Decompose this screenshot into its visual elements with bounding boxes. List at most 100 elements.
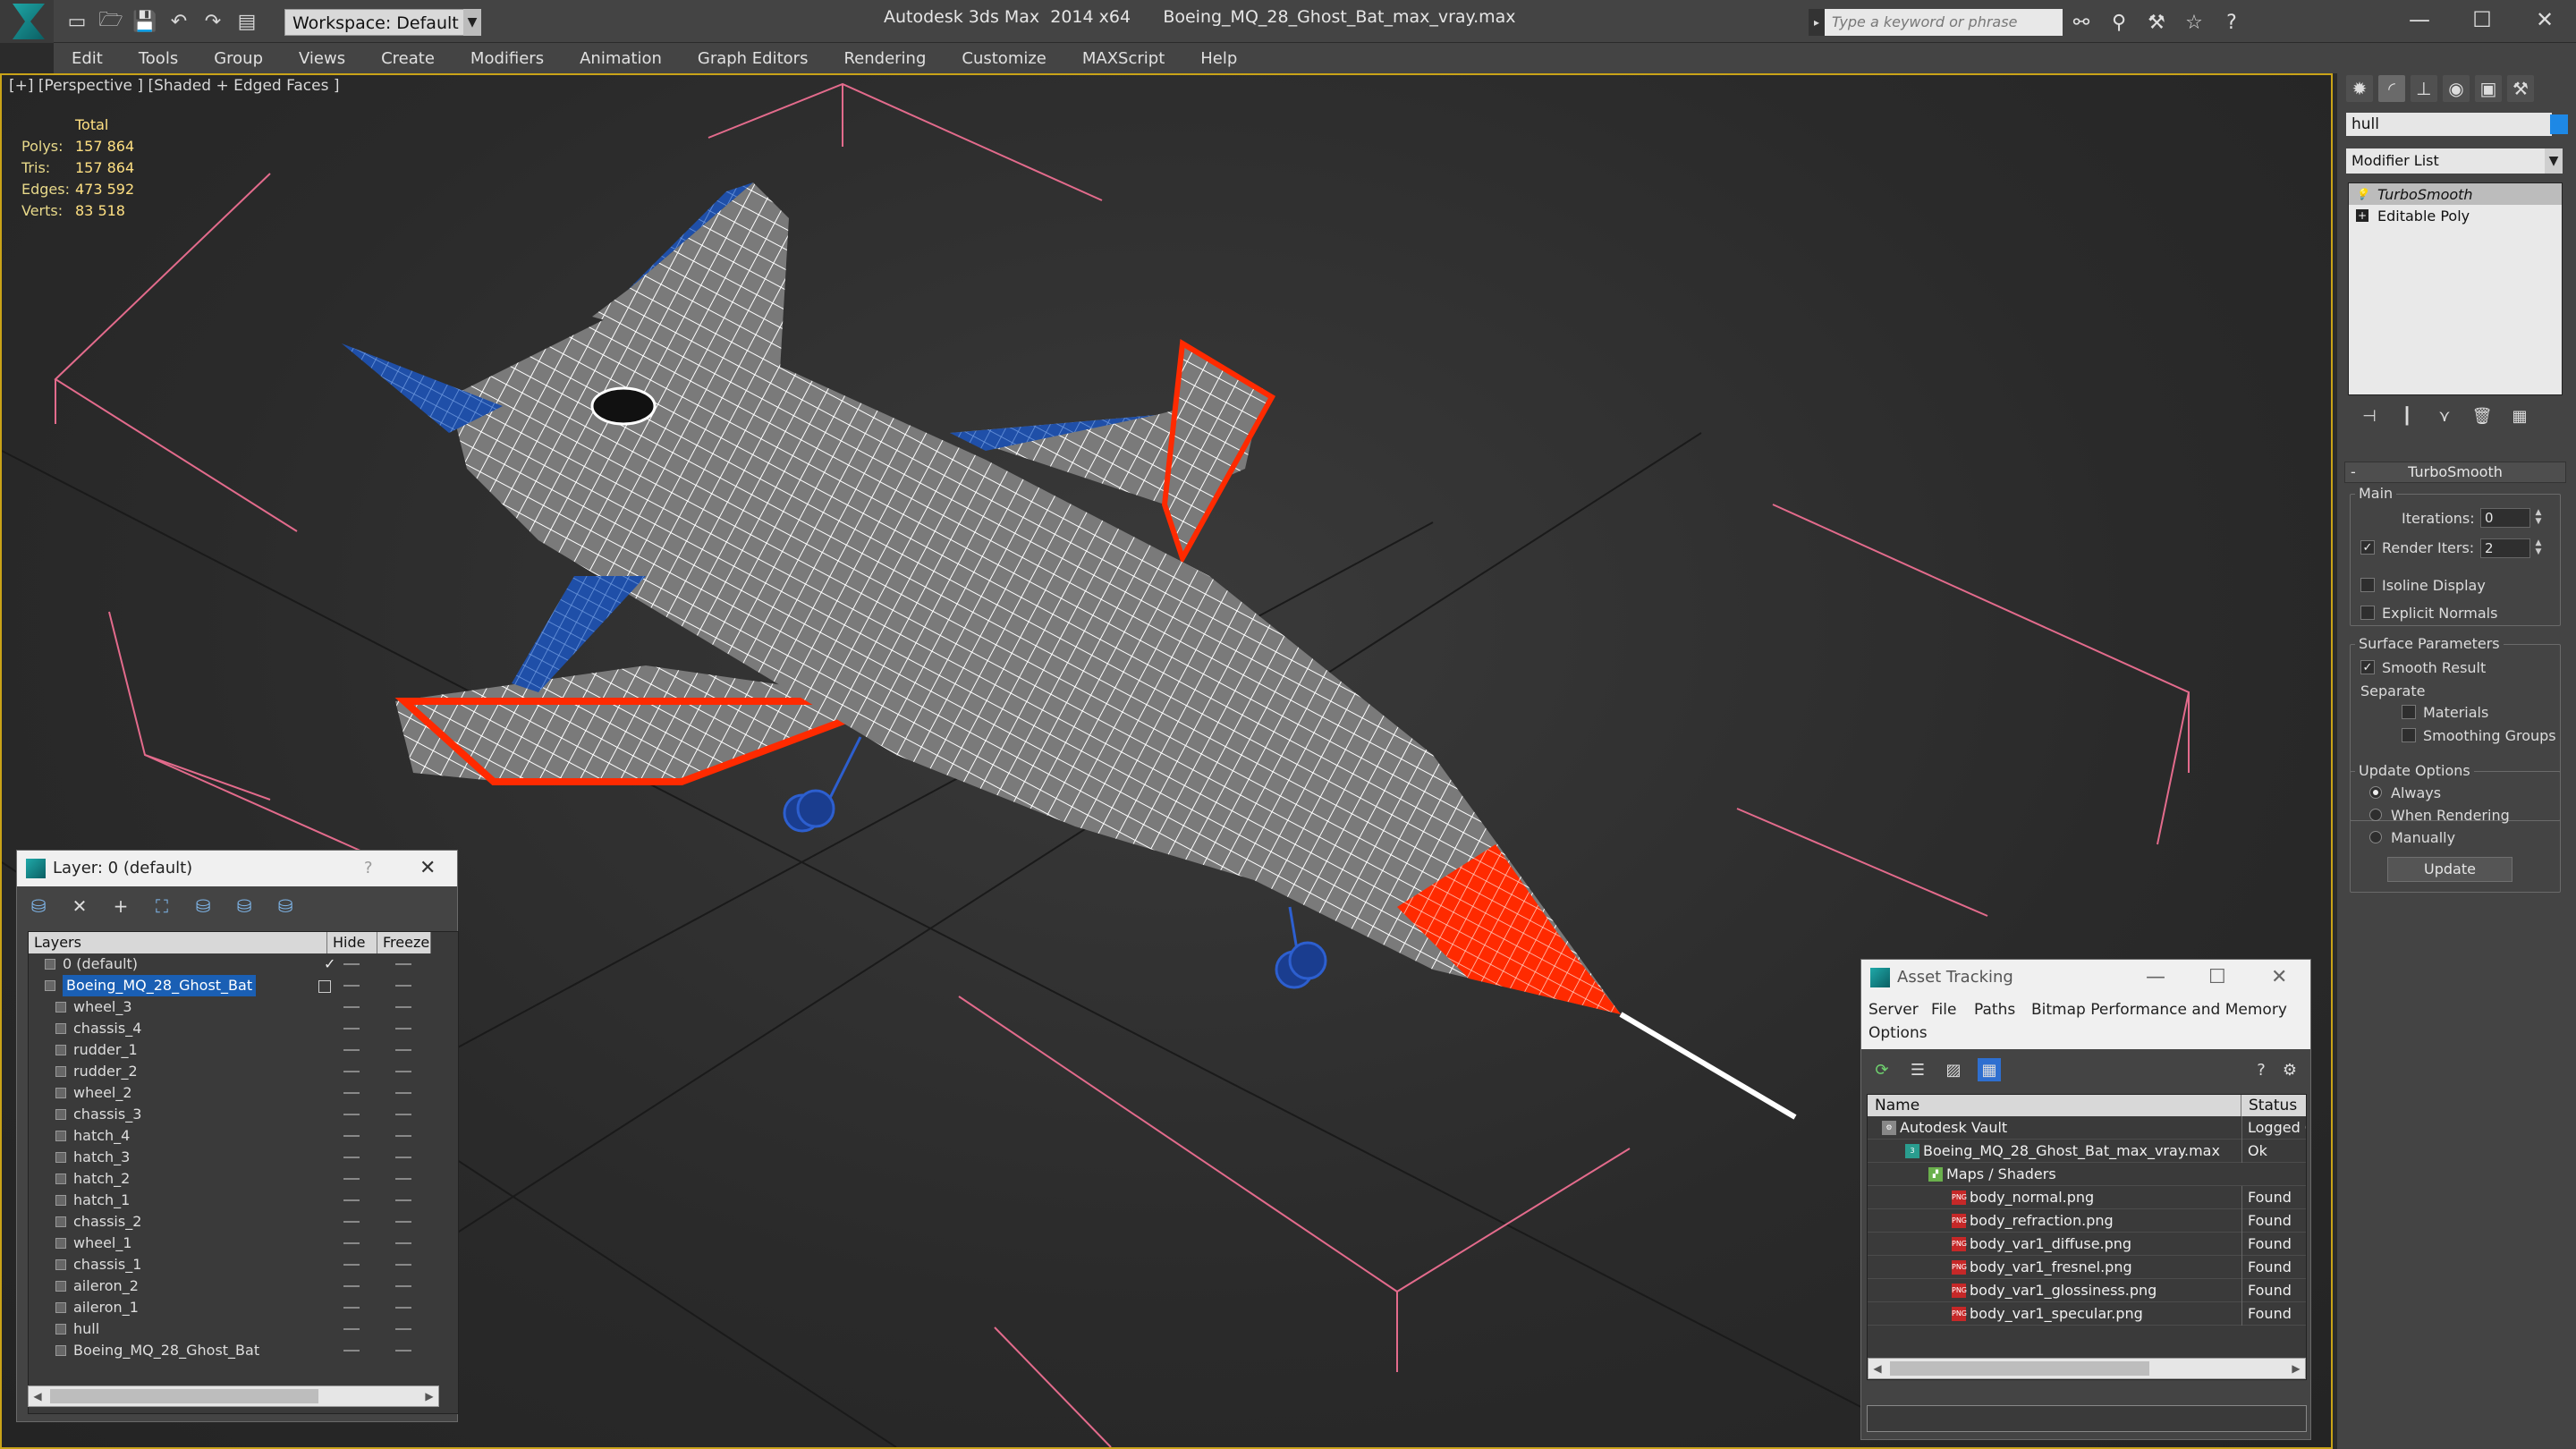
motion-tab-icon[interactable]: ◉ bbox=[2443, 75, 2470, 102]
viewport-label[interactable]: [+] [Perspective ] [Shaded + Edged Faces… bbox=[9, 77, 339, 95]
hide-all-icon[interactable]: ⛁ bbox=[232, 894, 257, 919]
menu-modifiers[interactable]: Modifiers bbox=[470, 49, 544, 68]
stack-item-turbosmooth[interactable]: 💡 TurboSmooth bbox=[2349, 183, 2562, 205]
hide-toggle[interactable] bbox=[343, 1028, 360, 1030]
freeze-toggle[interactable] bbox=[395, 1285, 411, 1287]
menu-options[interactable]: Options bbox=[1868, 1024, 1928, 1042]
highlight-layer-icon[interactable]: ⛁ bbox=[191, 894, 216, 919]
close-icon[interactable]: ✕ bbox=[2271, 960, 2287, 996]
layer-row[interactable]: aileron_2 bbox=[29, 1275, 458, 1297]
asset-row[interactable]: PNG body_refraction.png Found bbox=[1868, 1209, 2306, 1233]
iterations-spinner[interactable]: 0 bbox=[2480, 508, 2530, 528]
select-objects-icon[interactable]: ⛶ bbox=[149, 894, 174, 919]
layer-row[interactable]: wheel_3 bbox=[29, 996, 458, 1018]
favorites-star-icon[interactable]: ☆ bbox=[2181, 9, 2207, 36]
chevron-down-icon[interactable]: ▼ bbox=[2545, 148, 2563, 174]
minimize-icon[interactable]: — bbox=[2146, 960, 2165, 996]
pin-stack-icon[interactable]: ⊣ bbox=[2357, 403, 2382, 428]
layer-row[interactable]: hatch_4 bbox=[29, 1125, 458, 1147]
lightbulb-icon[interactable]: 💡 bbox=[2356, 188, 2369, 200]
hide-toggle[interactable] bbox=[343, 963, 360, 965]
asset-horizontal-scrollbar[interactable]: ◀ ▶ bbox=[1868, 1358, 2306, 1379]
hide-toggle[interactable] bbox=[343, 1285, 360, 1287]
smoothing-groups-checkbox[interactable] bbox=[2402, 728, 2416, 742]
help-icon[interactable]: ? bbox=[2250, 1058, 2273, 1081]
freeze-toggle[interactable] bbox=[395, 1006, 411, 1008]
maximize-button[interactable]: ☐ bbox=[2451, 0, 2513, 39]
modifier-list-dropdown[interactable]: Modifier List bbox=[2346, 148, 2563, 174]
display-tab-icon[interactable]: ▣ bbox=[2475, 75, 2502, 102]
freeze-toggle[interactable] bbox=[395, 1157, 411, 1158]
manually-radio[interactable] bbox=[2369, 831, 2382, 843]
search-input[interactable]: Type a keyword or phrase bbox=[1825, 9, 2063, 36]
object-color-swatch[interactable] bbox=[2550, 114, 2568, 134]
asset-dialog-titlebar[interactable]: Asset Tracking — ☐ ✕ bbox=[1861, 960, 2310, 996]
layer-row[interactable]: chassis_2 bbox=[29, 1211, 458, 1233]
hide-toggle[interactable] bbox=[343, 985, 360, 987]
asset-row[interactable]: ▞ Maps / Shaders bbox=[1868, 1163, 2306, 1186]
asset-row[interactable]: PNG body_var1_specular.png Found bbox=[1868, 1302, 2306, 1326]
show-end-result-icon[interactable]: ┃ bbox=[2394, 403, 2419, 428]
list-view-icon[interactable]: ☰ bbox=[1906, 1058, 1929, 1081]
menu-create[interactable]: Create bbox=[381, 49, 435, 68]
column-header-freeze[interactable]: Freeze bbox=[377, 932, 431, 953]
menu-animation[interactable]: Animation bbox=[580, 49, 662, 68]
asset-row[interactable]: PNG body_normal.png Found bbox=[1868, 1186, 2306, 1209]
materials-checkbox[interactable] bbox=[2402, 705, 2416, 719]
hide-toggle[interactable] bbox=[343, 1071, 360, 1072]
redo-icon[interactable]: ↷ bbox=[200, 9, 225, 34]
help-icon[interactable]: ? bbox=[2218, 9, 2245, 36]
freeze-toggle[interactable] bbox=[395, 963, 411, 965]
collapse-icon[interactable]: - bbox=[2351, 462, 2356, 482]
expand-plus-icon[interactable]: + bbox=[2356, 209, 2368, 222]
configure-sets-icon[interactable]: ▦ bbox=[2507, 403, 2532, 428]
menu-bitmap-performance[interactable]: Bitmap Performance and Memory bbox=[2031, 1001, 2287, 1019]
undo-icon[interactable]: ↶ bbox=[166, 9, 191, 34]
asset-row[interactable]: PNG body_var1_diffuse.png Found bbox=[1868, 1233, 2306, 1256]
freeze-toggle[interactable] bbox=[395, 1328, 411, 1330]
layer-row[interactable]: chassis_3 bbox=[29, 1104, 458, 1125]
app-logo-icon[interactable] bbox=[0, 0, 54, 43]
asset-row[interactable]: ⚙ Autodesk Vault Logged Out bbox=[1868, 1116, 2306, 1140]
layer-row[interactable]: hull bbox=[29, 1318, 458, 1340]
chevron-down-icon[interactable]: ▼ bbox=[463, 9, 481, 36]
freeze-all-icon[interactable]: ⛁ bbox=[273, 894, 298, 919]
close-icon[interactable]: ✕ bbox=[419, 851, 436, 886]
layer-row[interactable]: chassis_1 bbox=[29, 1254, 458, 1275]
hide-toggle[interactable] bbox=[343, 1114, 360, 1115]
freeze-toggle[interactable] bbox=[395, 1199, 411, 1201]
isoline-display-checkbox[interactable] bbox=[2360, 578, 2375, 592]
freeze-toggle[interactable] bbox=[395, 985, 411, 987]
column-header-layers[interactable]: Layers bbox=[29, 932, 327, 953]
modify-tab-icon[interactable]: ◜ bbox=[2378, 75, 2405, 102]
layer-row[interactable]: hatch_2 bbox=[29, 1168, 458, 1190]
asset-row[interactable]: PNG body_var1_glossiness.png Found bbox=[1868, 1279, 2306, 1302]
hide-toggle[interactable] bbox=[343, 1049, 360, 1051]
make-unique-icon[interactable]: ⋎ bbox=[2432, 403, 2457, 428]
scroll-thumb[interactable] bbox=[50, 1389, 318, 1403]
hide-toggle[interactable] bbox=[343, 1006, 360, 1008]
render-iters-spinner[interactable]: 2 bbox=[2480, 538, 2530, 558]
workspace-dropdown[interactable]: Workspace: Default bbox=[284, 9, 481, 36]
close-button[interactable]: ✕ bbox=[2513, 0, 2576, 39]
spinner-arrows-icon[interactable]: ▲ ▼ bbox=[2532, 508, 2545, 528]
menu-tools[interactable]: Tools bbox=[139, 49, 178, 68]
column-header-hide[interactable]: Hide bbox=[327, 932, 377, 953]
right-aileron[interactable] bbox=[1161, 339, 1276, 565]
menu-maxscript[interactable]: MAXScript bbox=[1082, 49, 1165, 68]
freeze-toggle[interactable] bbox=[395, 1242, 411, 1244]
create-tab-icon[interactable]: ✹ bbox=[2346, 75, 2373, 102]
hide-toggle[interactable] bbox=[343, 1157, 360, 1158]
new-file-icon[interactable]: ▭ bbox=[64, 9, 89, 34]
object-name-field[interactable]: hull bbox=[2346, 113, 2552, 136]
freeze-toggle[interactable] bbox=[395, 1092, 411, 1094]
menu-paths[interactable]: Paths bbox=[1974, 1001, 2015, 1019]
menu-rendering[interactable]: Rendering bbox=[843, 49, 926, 68]
layer-dialog-titlebar[interactable]: Layer: 0 (default) ? ✕ bbox=[17, 851, 457, 886]
delete-layer-icon[interactable]: ✕ bbox=[67, 894, 92, 919]
layer-row[interactable]: hatch_1 bbox=[29, 1190, 458, 1211]
turbosmooth-rollout-header[interactable]: - TurboSmooth bbox=[2344, 462, 2566, 483]
menu-file[interactable]: File bbox=[1931, 1001, 1956, 1019]
smooth-result-checkbox[interactable]: ✓ bbox=[2360, 660, 2375, 674]
open-file-icon[interactable]: 🗁 bbox=[98, 9, 123, 34]
